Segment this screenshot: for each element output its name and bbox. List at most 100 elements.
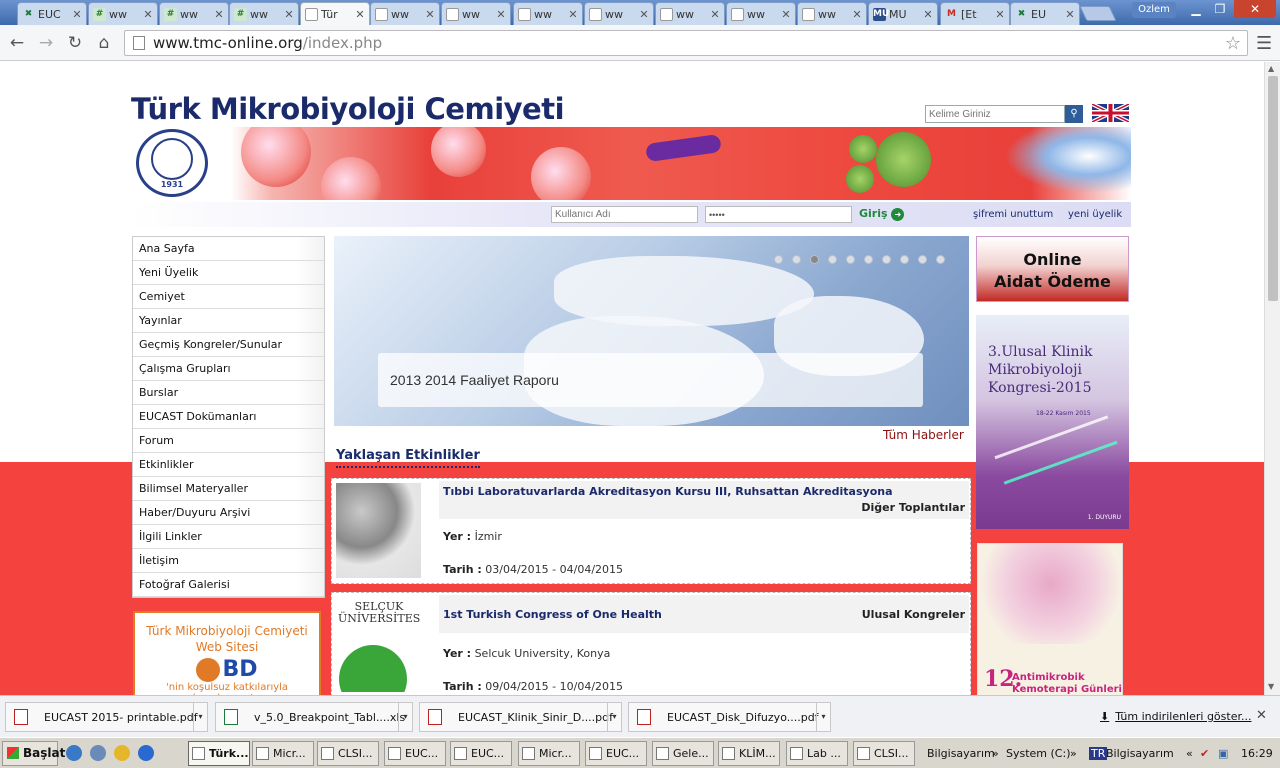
menu-icon[interactable]: ☰ <box>1256 33 1272 54</box>
nav-item[interactable]: EUCAST Dokümanları <box>133 405 324 429</box>
browser-tab[interactable]: MU MU ✕ <box>868 2 938 25</box>
tab-close-icon[interactable]: ✕ <box>995 8 1005 21</box>
taskbar-button[interactable]: EUC... <box>450 741 512 766</box>
taskbar-button[interactable]: CLSI... <box>853 741 915 766</box>
window-close-icon[interactable]: ✕ <box>1234 0 1276 18</box>
taskbar-button[interactable]: Türk... <box>188 741 250 766</box>
news-slider[interactable]: 2013 2014 Faaliyet Raporu <box>334 236 969 426</box>
chevron-icon[interactable]: » <box>992 747 999 760</box>
nav-item[interactable]: Fotoğraf Galerisi <box>133 573 324 597</box>
tab-close-icon[interactable]: ✕ <box>496 8 506 21</box>
slider-dot[interactable] <box>774 255 783 264</box>
profile-badge[interactable]: Ozlem <box>1132 2 1176 18</box>
tray-toolbar[interactable]: Bilgisayarım <box>1106 747 1174 760</box>
home-icon[interactable]: ⌂ <box>94 33 114 53</box>
scroll-up-icon[interactable]: ▲ <box>1268 64 1274 73</box>
society-logo[interactable]: 1931 <box>136 129 208 197</box>
nav-item[interactable]: Haber/Duyuru Arşivi <box>133 501 324 525</box>
taskbar-button[interactable]: CLSI... <box>317 741 379 766</box>
nav-item[interactable]: Etkinlikler <box>133 453 324 477</box>
congress-banner[interactable]: 3.Ulusal Klinik Mikrobiyoloji Kongresi-2… <box>976 315 1129 529</box>
lab-photo[interactable] <box>336 483 421 578</box>
site-title[interactable]: Türk Mikrobiyoloji Cemiyeti <box>131 92 565 126</box>
tab-close-icon[interactable]: ✕ <box>852 8 862 21</box>
slider-dot[interactable] <box>810 255 819 264</box>
nav-item[interactable]: İlgili Linkler <box>133 525 324 549</box>
language-icon[interactable]: TR <box>1089 747 1108 760</box>
nav-item[interactable]: Çalışma Grupları <box>133 357 324 381</box>
slider-dot[interactable] <box>936 255 945 264</box>
taskbar-button[interactable]: EUC... <box>585 741 647 766</box>
nav-item[interactable]: Yayınlar <box>133 309 324 333</box>
nav-item[interactable]: Burslar <box>133 381 324 405</box>
download-menu-icon[interactable]: ▾ <box>193 703 207 731</box>
nav-item[interactable]: Ana Sayfa <box>133 237 324 261</box>
browser-tab[interactable]: # ww ✕ <box>229 2 299 25</box>
nav-item[interactable]: Forum <box>133 429 324 453</box>
search-icon[interactable]: ⚲ <box>1065 105 1083 123</box>
tab-close-icon[interactable]: ✕ <box>143 8 153 21</box>
tab-close-icon[interactable]: ✕ <box>710 8 720 21</box>
scroll-down-icon[interactable]: ▼ <box>1268 682 1274 691</box>
forgot-password-link[interactable]: şifremi unuttum <box>973 209 1053 220</box>
browser-tab[interactable]: ww ✕ <box>797 2 867 25</box>
ie-icon[interactable] <box>138 745 154 761</box>
browser-tab[interactable]: ww ✕ <box>513 2 583 25</box>
online-payment-banner[interactable]: Online Aidat Ödeme <box>976 236 1129 302</box>
slider-dot[interactable] <box>792 255 801 264</box>
slider-dot[interactable] <box>864 255 873 264</box>
nav-item[interactable]: Geçmiş Kongreler/Sunular <box>133 333 324 357</box>
taskbar-button[interactable]: Gele... <box>652 741 714 766</box>
quicklaunch-icon[interactable] <box>114 745 130 761</box>
university-logo[interactable]: SELÇUK ÜNİVERSİTESİ <box>336 597 421 692</box>
tab-close-icon[interactable]: ✕ <box>568 8 578 21</box>
download-item[interactable]: EUCAST_Disk_Difuzyo....pdf ▾ <box>628 702 831 732</box>
tab-close-icon[interactable]: ✕ <box>923 8 933 21</box>
download-item[interactable]: EUCAST 2015- printable.pdf ▾ <box>5 702 208 732</box>
bookmark-star-icon[interactable]: ☆ <box>1225 33 1241 54</box>
minimize-icon[interactable]: ▁ <box>1184 0 1208 18</box>
tab-close-icon[interactable]: ✕ <box>72 8 82 21</box>
taskbar-button[interactable]: Micr... <box>518 741 580 766</box>
all-news-link[interactable]: Tüm Haberler <box>883 428 964 442</box>
address-bar[interactable]: www.tmc-online.org/index.php ☆ <box>124 30 1248 56</box>
tab-close-icon[interactable]: ✕ <box>214 8 224 21</box>
sponsor-box[interactable]: Türk Mikrobiyoloji Cemiyeti Web Sitesi B… <box>133 611 321 695</box>
show-all-downloads-link[interactable]: ⬇ Tüm indirilenleri göster... <box>1100 710 1251 723</box>
nav-item[interactable]: Cemiyet <box>133 285 324 309</box>
tray-app-icon[interactable]: ✔ <box>1200 747 1209 760</box>
login-button[interactable]: Giriş ➜ <box>859 207 905 221</box>
download-menu-icon[interactable]: ▾ <box>607 703 621 731</box>
tab-close-icon[interactable]: ✕ <box>425 8 435 21</box>
reload-icon[interactable]: ↻ <box>65 33 85 53</box>
event-title[interactable]: 1st Turkish Congress of One Health <box>443 608 662 621</box>
tab-close-icon[interactable]: ✕ <box>355 8 365 21</box>
quicklaunch-icon[interactable] <box>66 745 82 761</box>
browser-tab[interactable]: ww ✕ <box>726 2 796 25</box>
download-menu-icon[interactable]: ▾ <box>398 703 412 731</box>
taskbar-button[interactable]: Lab ... <box>786 741 848 766</box>
browser-tab[interactable]: # ww ✕ <box>159 2 229 25</box>
download-menu-icon[interactable]: ▾ <box>816 703 830 731</box>
close-download-bar-icon[interactable]: ✕ <box>1256 708 1267 723</box>
nav-item[interactable]: Yeni Üyelik <box>133 261 324 285</box>
chevron-icon[interactable]: » <box>1070 747 1077 760</box>
network-icon[interactable]: ▣ <box>1218 747 1228 760</box>
back-icon[interactable]: ← <box>7 33 27 53</box>
download-item[interactable]: EUCAST_Klinik_Sinir_D....pdf ▾ <box>419 702 622 732</box>
scroll-thumb[interactable] <box>1268 76 1278 301</box>
nav-item[interactable]: Bilimsel Materyaller <box>133 477 324 501</box>
tab-close-icon[interactable]: ✕ <box>781 8 791 21</box>
browser-tab[interactable]: ww ✕ <box>655 2 725 25</box>
vertical-scrollbar[interactable]: ▲ ▼ <box>1264 62 1280 695</box>
browser-tab[interactable]: # ww ✕ <box>88 2 158 25</box>
browser-tab[interactable]: ✖ EU ✕ <box>1010 2 1080 25</box>
tray-toolbar[interactable]: System (C:) <box>1006 747 1071 760</box>
signup-link[interactable]: yeni üyelik <box>1068 209 1122 220</box>
new-tab-button[interactable] <box>1079 6 1117 21</box>
tab-close-icon[interactable]: ✕ <box>1065 8 1075 21</box>
username-input[interactable] <box>551 206 698 223</box>
quicklaunch-icon[interactable] <box>90 745 106 761</box>
browser-tab[interactable]: Tür ✕ <box>300 2 370 25</box>
browser-tab[interactable]: M [Et ✕ <box>940 2 1010 25</box>
